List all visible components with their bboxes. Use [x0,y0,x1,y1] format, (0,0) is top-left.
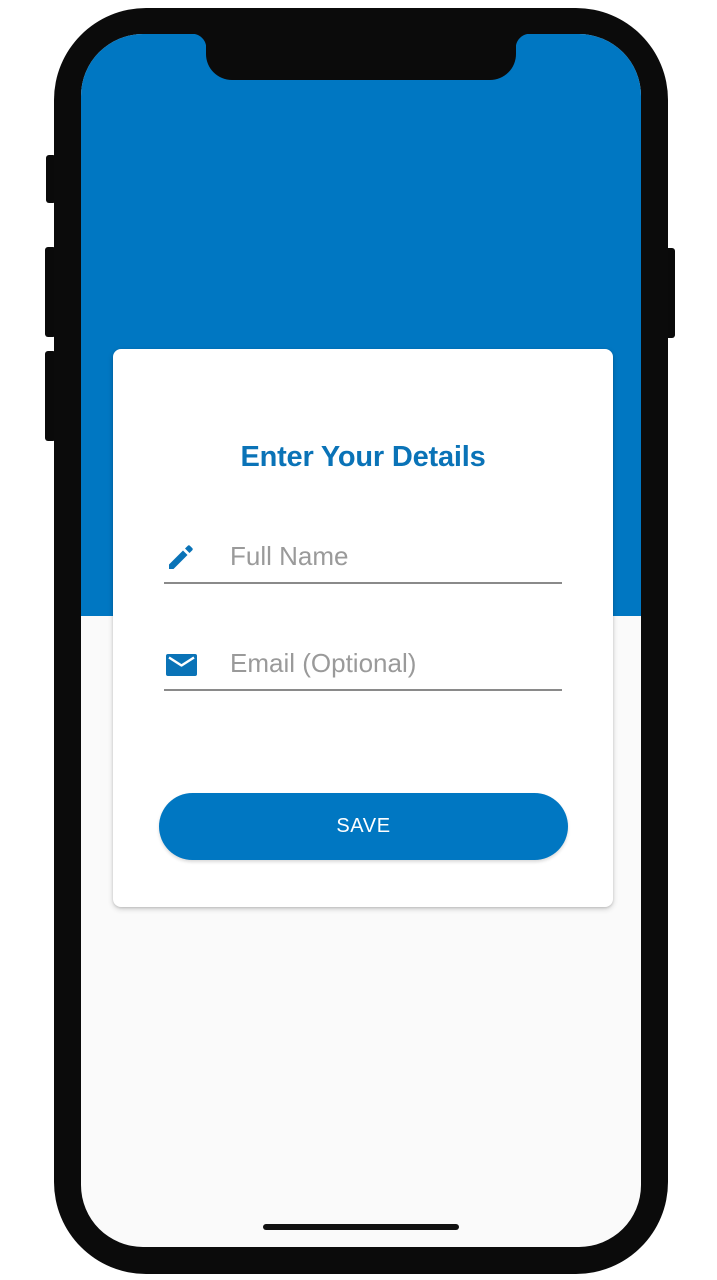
device-mockup: Enter Your Details Full Name Email (Opti… [0,0,717,1280]
pencil-icon [165,542,199,572]
home-indicator [263,1224,459,1230]
save-button[interactable]: SAVE [159,793,568,860]
email-icon [165,649,199,679]
form-title: Enter Your Details [240,441,486,473]
device-notch [192,34,530,80]
full-name-field [164,532,562,584]
email-field [164,639,562,691]
app-screen: Enter Your Details Full Name Email (Opti… [81,34,641,1247]
full-name-input[interactable] [230,538,550,574]
details-form-card: Enter Your Details Full Name Email (Opti… [113,349,613,907]
email-input[interactable] [230,645,550,681]
